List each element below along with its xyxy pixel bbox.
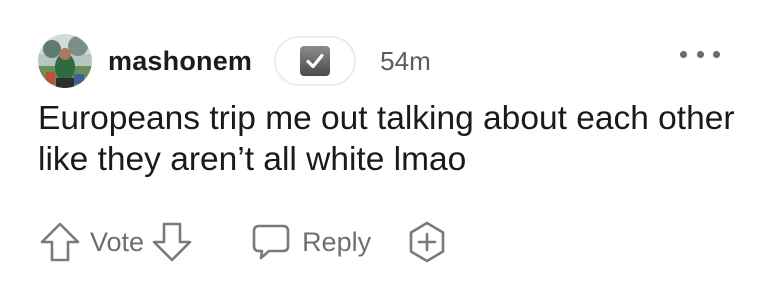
vote-label: Vote — [90, 226, 145, 257]
avatar[interactable] — [38, 34, 92, 88]
timestamp: 54m — [380, 45, 431, 76]
comment-body: Europeans trip me out talking about each… — [38, 100, 735, 178]
more-dot — [680, 50, 687, 58]
more-dot — [713, 50, 720, 58]
reply-button[interactable]: Reply — [250, 221, 371, 263]
arrow-up-icon[interactable] — [38, 220, 82, 264]
speech-bubble-icon — [250, 221, 292, 263]
comment-actions: Vote Reply — [38, 216, 449, 268]
reply-label: Reply — [302, 226, 372, 257]
user-flair — [274, 36, 357, 86]
more-dot — [696, 50, 704, 58]
more-horizontal-icon[interactable] — [680, 44, 720, 64]
arrow-down-icon[interactable] — [150, 220, 194, 264]
comment: mashonem 54m Europeans trip me out talki… — [0, 0, 759, 293]
hexagon-plus-icon[interactable] — [405, 220, 449, 264]
checkmark-box-icon — [300, 46, 331, 76]
avatar-image — [38, 34, 92, 88]
username[interactable]: mashonem — [108, 46, 252, 77]
comment-header: mashonem 54m — [38, 33, 431, 89]
